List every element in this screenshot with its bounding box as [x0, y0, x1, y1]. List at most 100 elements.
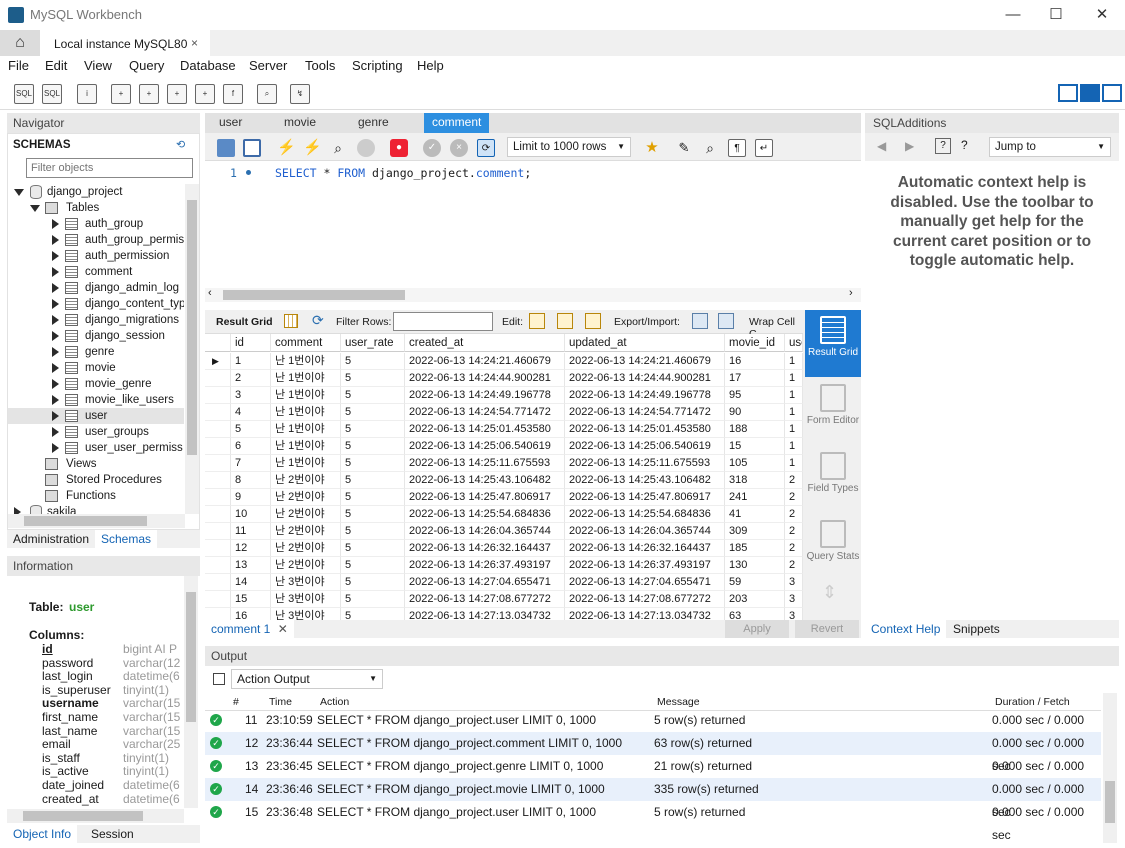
home-tab[interactable]: ⌂	[0, 30, 40, 56]
scroll-left-icon[interactable]: ‹	[208, 287, 212, 299]
invisible-chars-icon[interactable]: ¶	[728, 139, 746, 157]
grid-cell[interactable]: 난 3번이야	[271, 591, 341, 608]
grid-cell[interactable]: 난 2번이야	[271, 506, 341, 523]
grid-cell[interactable]: 2022-06-13 14:26:37.493197	[565, 557, 725, 574]
grid-cell[interactable]: 7	[231, 455, 271, 472]
menu-server[interactable]: Server	[249, 58, 287, 73]
grid-cell[interactable]: 12	[231, 540, 271, 557]
tab-snippets[interactable]: Snippets	[947, 620, 1006, 638]
table-item-auth_group_permis[interactable]: auth_group_permis	[8, 232, 184, 248]
tab-object-info[interactable]: Object Info	[7, 825, 78, 843]
expand-icon[interactable]	[14, 507, 21, 514]
grid-cell[interactable]: 15	[231, 591, 271, 608]
editor-tab-user[interactable]: user	[205, 113, 256, 133]
grid-cell[interactable]: 8	[231, 472, 271, 489]
expand-icon[interactable]	[52, 251, 59, 261]
output-row[interactable]: ✓ 15 23:36:48 SELECT * FROM django_project.…	[205, 801, 1101, 842]
bookmark-icon[interactable]: ★	[643, 139, 661, 157]
grid-cell[interactable]: 16	[231, 608, 271, 620]
grid-cell[interactable]: 2022-06-13 14:27:04.655471	[405, 574, 565, 591]
grid-cell[interactable]: 2022-06-13 14:25:06.540619	[405, 438, 565, 455]
reconnect-icon[interactable]: ↯	[290, 84, 310, 104]
sql-editor[interactable]: 1 SELECT * FROM django_project.comment;	[205, 161, 861, 289]
tables-node[interactable]: Tables	[8, 200, 184, 216]
expand-icon[interactable]	[52, 315, 59, 325]
grid-cell[interactable]: 2022-06-13 14:25:01.453580	[565, 421, 725, 438]
grid-cell[interactable]: 203	[725, 591, 785, 608]
grid-cell[interactable]: 5	[341, 404, 405, 421]
grid-cell[interactable]: 13	[231, 557, 271, 574]
grid-cell[interactable]: 130	[725, 557, 785, 574]
table-item-movie_like_users[interactable]: movie_like_users	[8, 392, 184, 408]
grid-cell[interactable]: 2022-06-13 14:25:11.675593	[565, 455, 725, 472]
grid-cell[interactable]: 2	[785, 489, 803, 506]
menu-scripting[interactable]: Scripting	[352, 58, 403, 73]
expand-icon[interactable]	[52, 379, 59, 389]
new-sql-tab-icon[interactable]: SQL	[14, 84, 34, 104]
expand-icon[interactable]	[52, 267, 59, 277]
grid-cell[interactable]: 1	[785, 387, 803, 404]
grid-cell[interactable]: 14	[231, 574, 271, 591]
grid-cell[interactable]: 2	[785, 506, 803, 523]
import-icon[interactable]	[718, 313, 734, 329]
grid-cell[interactable]: 185	[725, 540, 785, 557]
copy-icon[interactable]	[213, 673, 225, 685]
table-item-django_content_typ[interactable]: django_content_typ	[8, 296, 184, 312]
revert-button[interactable]: Revert	[795, 620, 859, 638]
menu-file[interactable]: File	[8, 58, 29, 73]
grid-cell[interactable]: 1	[785, 421, 803, 438]
table-item-auth_permission[interactable]: auth_permission	[8, 248, 184, 264]
create-function-icon[interactable]: f	[223, 84, 243, 104]
grid-cell[interactable]: 5	[341, 574, 405, 591]
grid-cell[interactable]: 2022-06-13 14:24:44.900281	[405, 370, 565, 387]
grid-cell[interactable]: 2022-06-13 14:24:49.196778	[565, 387, 725, 404]
search-table-data-icon[interactable]: ⌕	[257, 84, 277, 104]
close-tab-icon[interactable]: ×	[191, 36, 198, 50]
grid-cell[interactable]: 2022-06-13 14:26:32.164437	[565, 540, 725, 557]
grid-cell[interactable]: 3	[785, 608, 803, 620]
grid-cell[interactable]: 1	[785, 370, 803, 387]
row-marker[interactable]: ▶	[205, 353, 231, 370]
table-item-user_groups[interactable]: user_groups	[8, 424, 184, 440]
grid-cell[interactable]: 난 1번이야	[271, 370, 341, 387]
grid-cell[interactable]: 309	[725, 523, 785, 540]
manual-help-icon[interactable]: ?	[935, 138, 951, 154]
tab-administration[interactable]: Administration	[7, 530, 95, 548]
expand-icon[interactable]	[52, 299, 59, 309]
grid-cell[interactable]: 5	[341, 438, 405, 455]
table-item-user[interactable]: user	[8, 408, 184, 424]
grid-cell[interactable]: 5	[231, 421, 271, 438]
grid-cell[interactable]: 5	[341, 557, 405, 574]
refresh-schemas-icon[interactable]: ⟲	[176, 138, 185, 151]
create-schema-icon[interactable]: +	[111, 84, 131, 104]
row-marker[interactable]	[205, 421, 231, 438]
grid-cell[interactable]: 2022-06-13 14:26:04.365744	[565, 523, 725, 540]
grid-cell[interactable]: 2	[785, 557, 803, 574]
apply-button[interactable]: Apply	[725, 620, 789, 638]
row-marker[interactable]	[205, 438, 231, 455]
grid-header-movie_id[interactable]: movie_id	[725, 334, 785, 352]
scroll-right-icon[interactable]: ›	[849, 287, 853, 299]
grid-cell[interactable]: 2022-06-13 14:27:08.677272	[405, 591, 565, 608]
row-marker[interactable]	[205, 557, 231, 574]
grid-header-use[interactable]: use	[785, 334, 803, 352]
grid-cell[interactable]: 5	[341, 489, 405, 506]
grid-cell[interactable]: 2022-06-13 14:25:54.684836	[405, 506, 565, 523]
grid-cell[interactable]: 59	[725, 574, 785, 591]
output-row[interactable]: ✓ 12 23:36:44 SELECT * FROM django_project.…	[205, 732, 1101, 773]
toggle-secondary-sidebar-icon[interactable]	[1102, 84, 1122, 102]
side-query-stats[interactable]: Query Stats	[805, 514, 861, 581]
grid-header-user_rate[interactable]: user_rate	[341, 334, 405, 352]
grid-cell[interactable]: 11	[231, 523, 271, 540]
grid-cell[interactable]: 2022-06-13 14:24:21.460679	[565, 353, 725, 370]
tree-folder-2[interactable]: Functions	[8, 488, 184, 504]
toggle-continue-icon[interactable]: ●	[390, 139, 408, 157]
grid-cell[interactable]: 2	[785, 540, 803, 557]
table-item-django_admin_log[interactable]: django_admin_log	[8, 280, 184, 296]
side-field-types[interactable]: Field Types	[805, 446, 861, 513]
grid-cell[interactable]: 2022-06-13 14:25:43.106482	[405, 472, 565, 489]
grid-cell[interactable]: 2022-06-13 14:26:32.164437	[405, 540, 565, 557]
execute-icon[interactable]: ⚡	[277, 139, 296, 157]
expand-icon[interactable]	[52, 219, 59, 229]
grid-cell[interactable]: 5	[341, 472, 405, 489]
